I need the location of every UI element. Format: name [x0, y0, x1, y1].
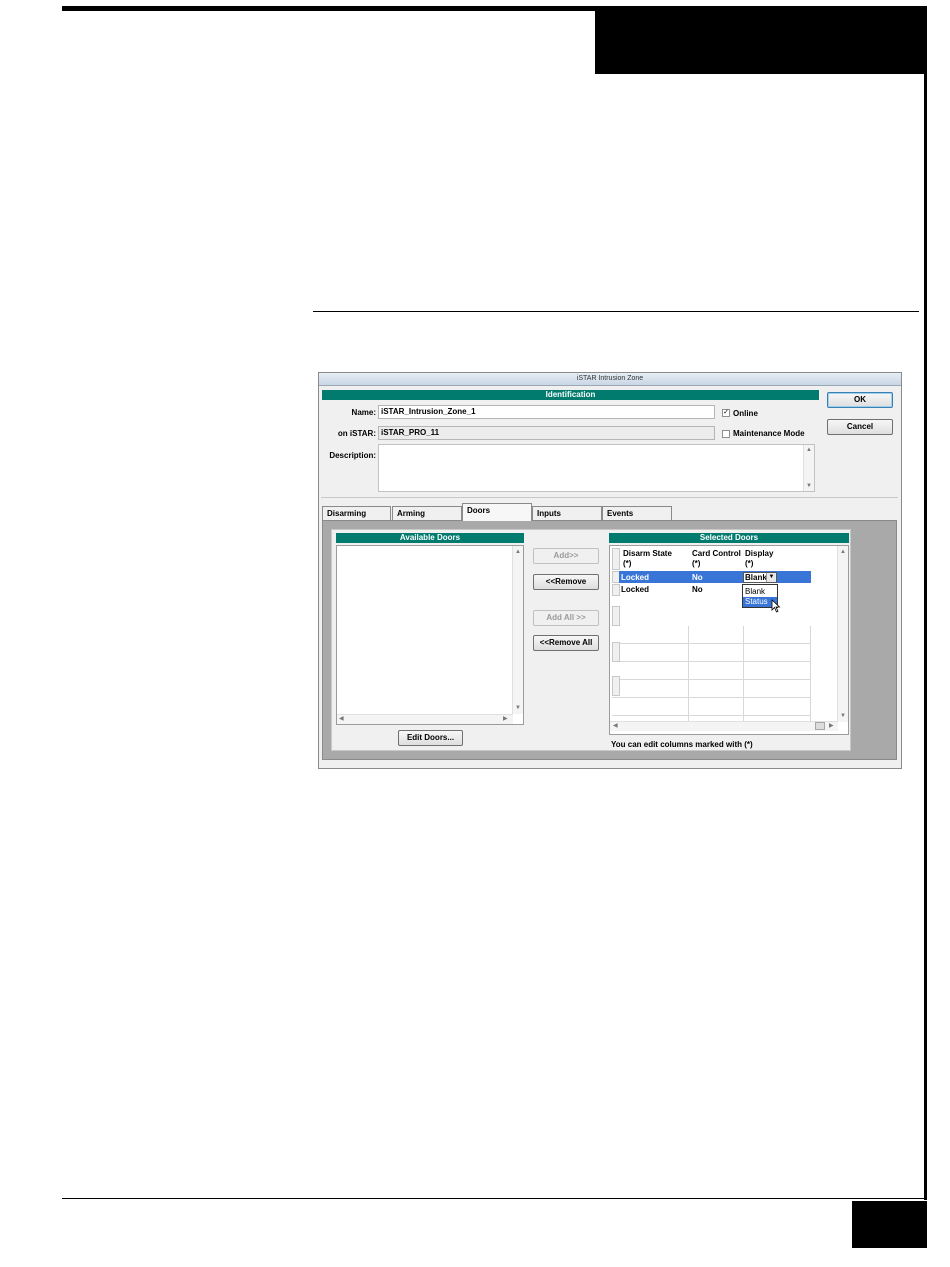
scroll-up-icon: ▲: [806, 447, 812, 453]
section-rule: [313, 311, 919, 312]
scroll-up-icon: ▲: [515, 549, 521, 555]
row2-card-control: No: [692, 585, 703, 594]
edit-columns-note: You can edit columns marked with (*): [611, 740, 753, 749]
scroll-up-icon: ▲: [840, 549, 846, 555]
on-istar-field: iSTAR_PRO_11: [378, 426, 715, 440]
available-doors-list[interactable]: ▲ ▼ ◀ ▶: [336, 545, 524, 725]
scroll-left-icon: ◀: [339, 716, 344, 722]
on-istar-label: on iSTAR:: [337, 429, 376, 438]
scroll-down-icon: ▼: [840, 713, 846, 719]
right-rule: [924, 74, 927, 1200]
maintenance-mode-label: Maintenance Mode: [733, 429, 805, 438]
row2-disarm-state: Locked: [621, 585, 650, 594]
tab-inputs[interactable]: Inputs: [532, 506, 602, 520]
scroll-down-icon: ▼: [515, 705, 521, 711]
edit-doors-button[interactable]: Edit Doors...: [398, 730, 463, 746]
selected-doors-header: Selected Doors: [609, 533, 849, 543]
available-doors-vscroll[interactable]: ▲ ▼: [512, 546, 523, 714]
bottom-rule: [62, 1198, 927, 1199]
identification-header: Identification: [322, 390, 819, 400]
hscroll-thumb[interactable]: [815, 722, 825, 730]
row1-disarm-state: Locked: [621, 573, 650, 582]
scroll-right-icon: ▶: [503, 716, 508, 722]
header-black-block: [595, 11, 927, 74]
mouse-cursor-icon: [771, 599, 781, 613]
online-checkbox[interactable]: ✓: [722, 409, 730, 417]
add-button[interactable]: Add>>: [533, 548, 599, 564]
remove-all-button[interactable]: <<Remove All: [533, 635, 599, 651]
tab-doors[interactable]: Doors: [462, 503, 532, 521]
ok-button[interactable]: OK: [827, 392, 893, 408]
description-label: Description:: [329, 451, 376, 460]
description-textarea[interactable]: ▲ ▼: [378, 444, 815, 492]
maintenance-mode-checkbox[interactable]: [722, 430, 730, 438]
col-mark-display: (*): [745, 559, 754, 568]
name-input[interactable]: iSTAR_Intrusion_Zone_1: [378, 405, 715, 419]
remove-button[interactable]: <<Remove: [533, 574, 599, 590]
col-mark-card-control: (*): [692, 559, 701, 568]
tab-separator: [321, 497, 898, 498]
selected-doors-vscroll[interactable]: ▲ ▼: [837, 546, 848, 722]
chevron-down-icon[interactable]: ▼: [766, 573, 776, 582]
display-dropdown-value: Blank: [745, 573, 767, 582]
available-doors-hscroll[interactable]: ◀ ▶: [337, 714, 513, 724]
page-number-block: [852, 1201, 927, 1248]
display-dropdown[interactable]: Blank ▼: [743, 572, 777, 583]
cancel-button[interactable]: Cancel: [827, 419, 893, 435]
scroll-right-icon: ▶: [829, 723, 834, 729]
name-label: Name:: [351, 408, 376, 417]
tab-disarming[interactable]: Disarming: [322, 506, 391, 520]
description-scrollbar[interactable]: ▲ ▼: [803, 445, 814, 491]
available-doors-header: Available Doors: [336, 533, 524, 543]
scroll-left-icon: ◀: [613, 723, 618, 729]
tab-events[interactable]: Events: [602, 506, 672, 520]
scroll-down-icon: ▼: [806, 483, 812, 489]
selected-doors-hscroll[interactable]: ◀ ▶: [610, 721, 838, 731]
col-mark-disarm-state: (*): [623, 559, 632, 568]
row1-card-control: No: [692, 573, 703, 582]
dialog-title: iSTAR Intrusion Zone: [319, 373, 901, 386]
online-label: Online: [733, 409, 758, 418]
option-status[interactable]: Status: [745, 596, 768, 607]
tab-arming[interactable]: Arming: [392, 506, 462, 520]
add-all-button[interactable]: Add All >>: [533, 610, 599, 626]
